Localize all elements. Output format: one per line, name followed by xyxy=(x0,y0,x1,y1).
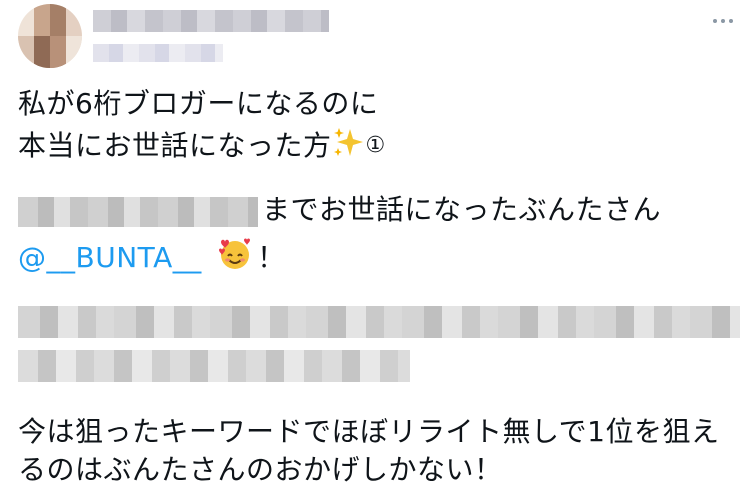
smiling-face-with-hearts-emoji xyxy=(217,236,253,281)
more-button[interactable] xyxy=(706,10,740,32)
tweet-line-6: るのはぶんたさんのおかげしかない！ xyxy=(18,453,503,486)
exclamation: ！ xyxy=(257,241,286,274)
username-redacted[interactable] xyxy=(93,44,223,62)
more-horizontal-icon xyxy=(713,19,733,23)
redacted-text-2 xyxy=(18,306,740,338)
display-name-redacted[interactable] xyxy=(93,10,329,32)
mention-link[interactable]: @__BUNTA__ xyxy=(18,241,202,274)
tweet-line-4: @__BUNTA__ ！ xyxy=(18,236,286,281)
redacted-text-1 xyxy=(18,197,258,227)
sparkles-emoji xyxy=(332,126,366,169)
tweet-line-2: 本当にお世話になった方 ① xyxy=(18,126,386,169)
tweet-line-5: 今は狙ったキーワードでほぼリライト無しで1位を狙え xyxy=(18,415,720,448)
tweet-line-1: 私が6桁ブロガーになるのに xyxy=(18,87,379,120)
tweet-line-2-text: 本当にお世話になった方 xyxy=(18,129,332,162)
redacted-text-3 xyxy=(18,350,410,382)
avatar[interactable] xyxy=(18,4,82,68)
tweet-line-3: までお世話になったぶんたさん xyxy=(262,193,662,226)
tweet-line-2-number: ① xyxy=(365,133,386,158)
tweet: 私が6桁ブロガーになるのに 本当にお世話になった方 ① までお世話になったぶんた… xyxy=(0,0,750,492)
